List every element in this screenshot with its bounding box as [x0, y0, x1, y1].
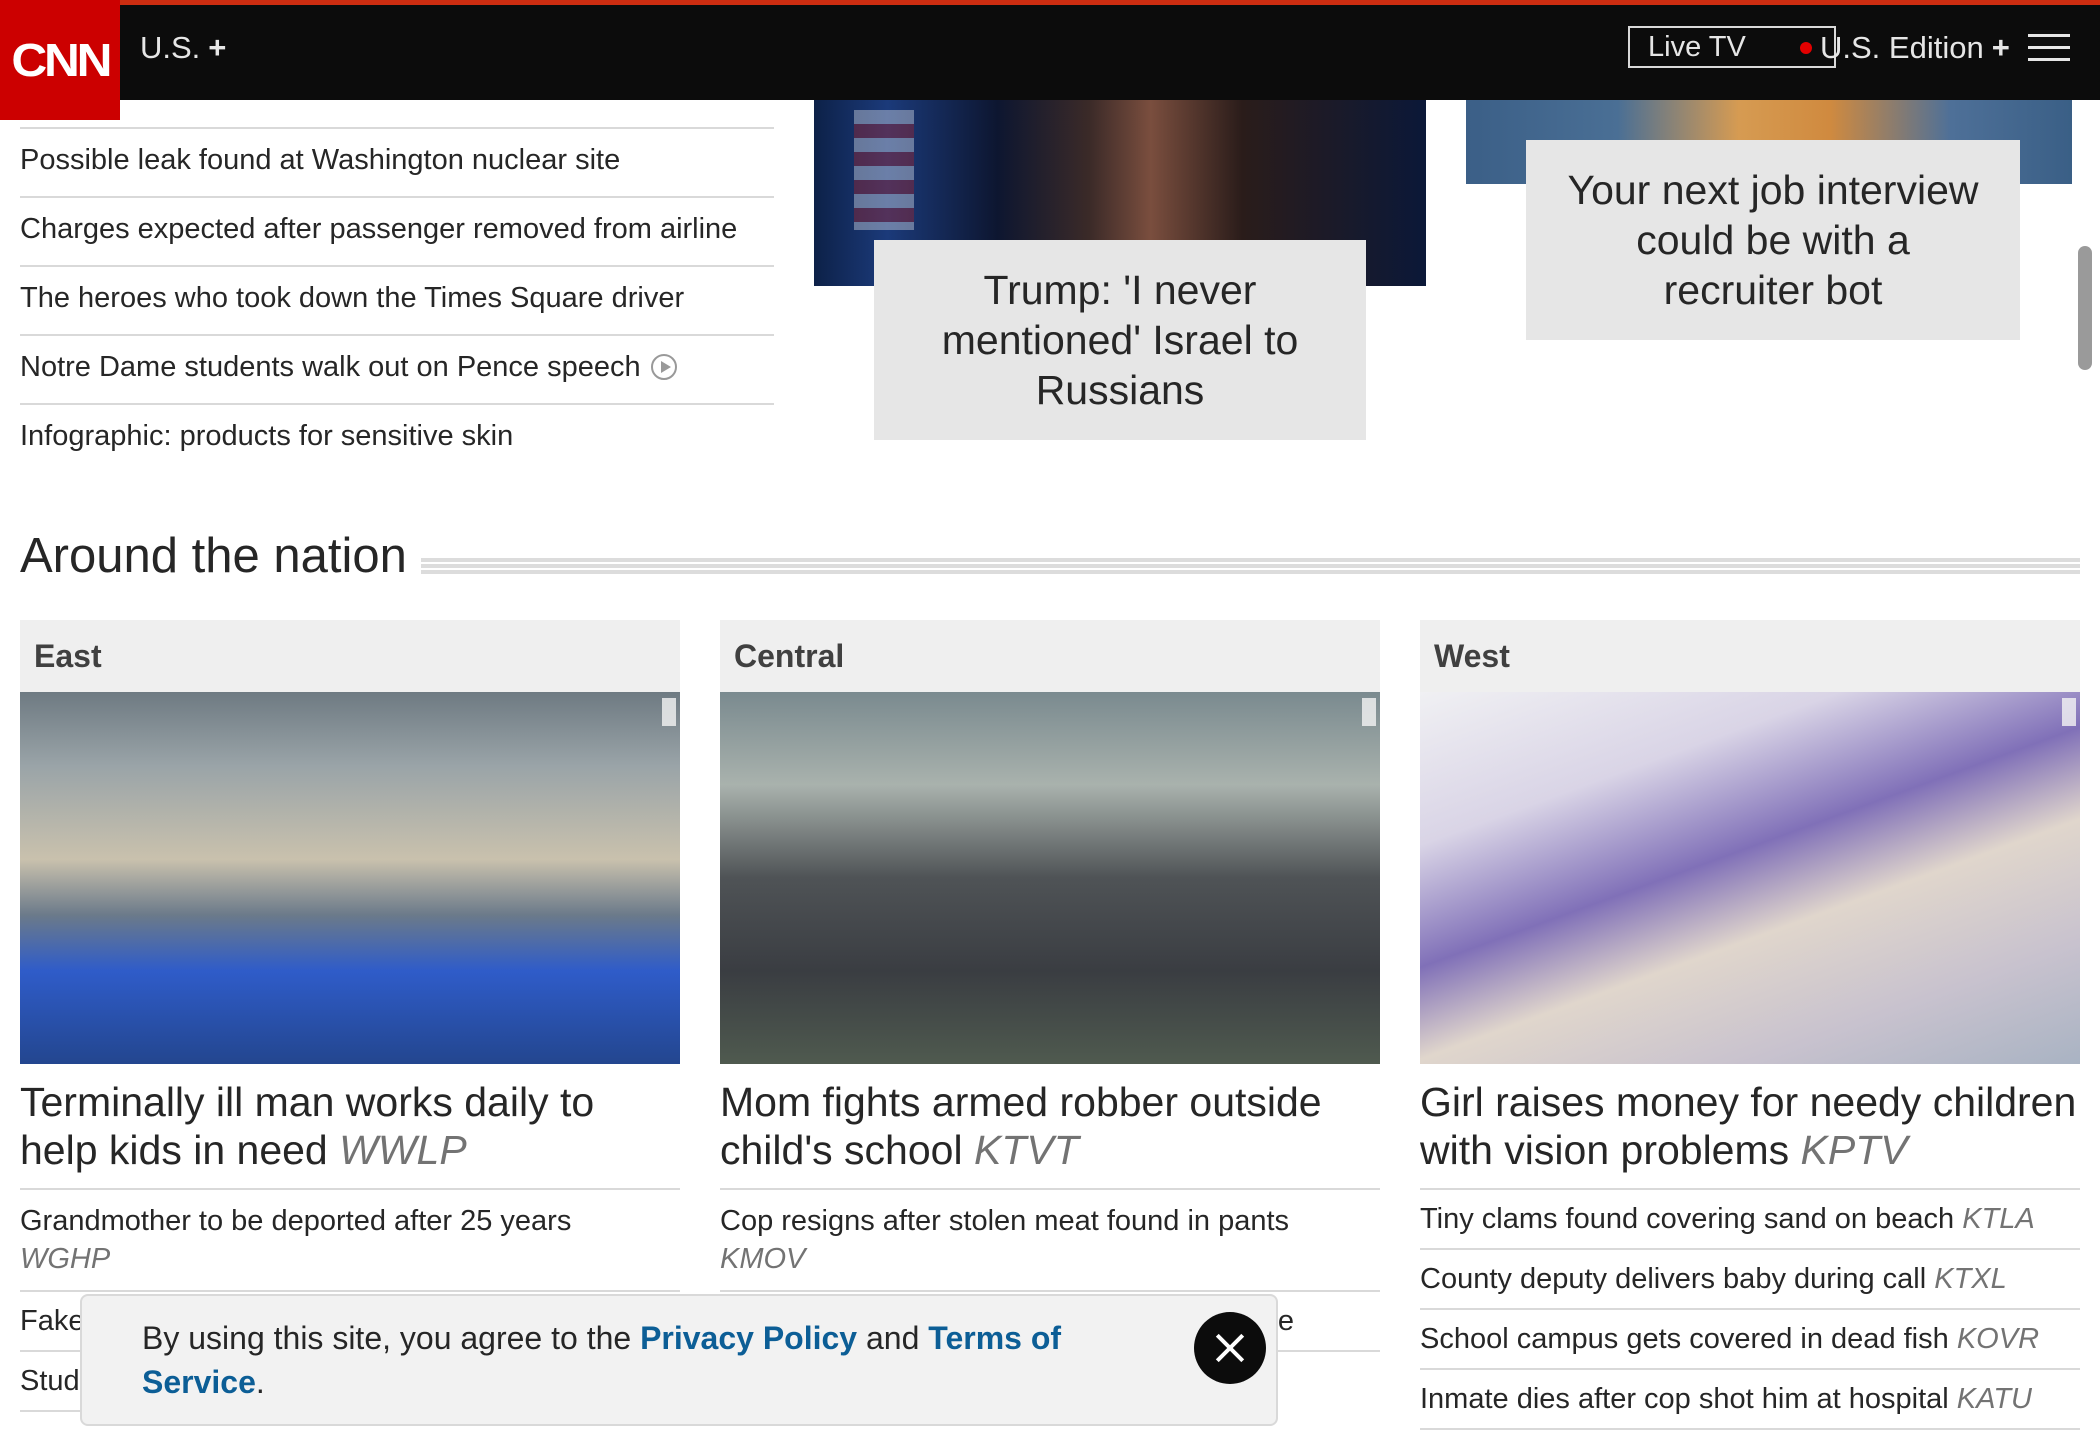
nav-section-label: U.S. [140, 30, 201, 65]
top-nav: CNN U.S. + Live TV U.S. Edition + [0, 0, 2100, 120]
consent-banner: By using this site, you agree to the Pri… [80, 1294, 1278, 1426]
source-label: KTXL [1934, 1263, 2007, 1295]
logo-text: CNN [11, 34, 112, 86]
source-label: KTLA [1962, 1203, 2035, 1235]
column-central: Central Mom fights armed robber outside … [720, 620, 1380, 1352]
source-label: KOVR [1956, 1323, 2040, 1355]
list-item[interactable]: Cop resigns after stolen meat found in p… [720, 1190, 1380, 1292]
station-watermark [2062, 698, 2076, 726]
list-item[interactable]: County deputy delivers baby during call … [1420, 1250, 2080, 1310]
list-item[interactable]: Inmate dies after cop shot him at hospit… [1420, 1370, 2080, 1430]
section-divider [420, 558, 2080, 574]
story-headline[interactable]: Girl raises money for needy children wit… [1420, 1064, 2080, 1190]
column-label: West [1420, 620, 2080, 692]
scrollbar-thumb[interactable] [2078, 246, 2092, 370]
story-image[interactable] [20, 692, 680, 1064]
headline-link[interactable]: Notre Dame students walk out on Pence sp… [20, 334, 774, 403]
station-watermark [1362, 698, 1376, 726]
cnn-logo[interactable]: CNN [0, 0, 120, 120]
live-tv-label: Live TV [1648, 30, 1746, 63]
plus-icon: + [1991, 30, 2010, 65]
headline-link[interactable]: The heroes who took down the Times Squar… [20, 265, 774, 334]
headline-link[interactable]: Possible leak found at Washington nuclea… [20, 127, 774, 196]
job-feature-caption[interactable]: Your next job interview could be with a … [1526, 140, 2020, 340]
top-headline-list: Possible leak found at Washington nuclea… [20, 127, 774, 472]
close-icon[interactable] [1194, 1312, 1266, 1384]
plus-icon: + [208, 30, 227, 65]
list-item[interactable]: Grandmother to be deported after 25 year… [20, 1190, 680, 1292]
list-item[interactable]: Tiny clams found covering sand on beach … [1420, 1190, 2080, 1250]
source-label: WWLP [339, 1127, 467, 1173]
consent-text: By using this site, you agree to the Pri… [142, 1320, 1062, 1400]
headline-link[interactable]: Infographic: products for sensitive skin [20, 403, 774, 472]
column-label: East [20, 620, 680, 692]
edition-selector[interactable]: U.S. Edition + [1820, 30, 2010, 66]
source-label: KPTV [1800, 1127, 1908, 1173]
station-watermark [662, 698, 676, 726]
column-west: West Girl raises money for needy childre… [1420, 620, 2080, 1430]
headline-link[interactable]: Charges expected after passenger removed… [20, 196, 774, 265]
nav-accent-bar [0, 0, 2100, 5]
source-label: KTVT [973, 1127, 1079, 1173]
column-label: Central [720, 620, 1380, 692]
source-label: KATU [1956, 1383, 2032, 1415]
list-item[interactable]: School campus gets covered in dead fish … [1420, 1310, 2080, 1370]
source-label: KMOV [720, 1243, 806, 1275]
flag-graphic [854, 110, 914, 230]
story-image[interactable] [720, 692, 1380, 1064]
story-headline[interactable]: Terminally ill man works daily to help k… [20, 1064, 680, 1190]
trump-feature-caption[interactable]: Trump: 'I never mentioned' Israel to Rus… [874, 240, 1366, 440]
nav-section-us[interactable]: U.S. + [140, 30, 226, 66]
section-title: Around the nation [20, 528, 421, 584]
menu-icon[interactable] [2028, 34, 2070, 64]
source-label: WGHP [20, 1243, 111, 1275]
story-image[interactable] [1420, 692, 2080, 1064]
live-dot-icon [1800, 42, 1812, 54]
privacy-policy-link[interactable]: Privacy Policy [640, 1320, 857, 1356]
story-headline[interactable]: Mom fights armed robber outside child's … [720, 1064, 1380, 1190]
edition-label: U.S. Edition [1820, 30, 1984, 65]
play-video-icon [650, 354, 677, 380]
live-tv-button[interactable]: Live TV [1628, 26, 1836, 68]
